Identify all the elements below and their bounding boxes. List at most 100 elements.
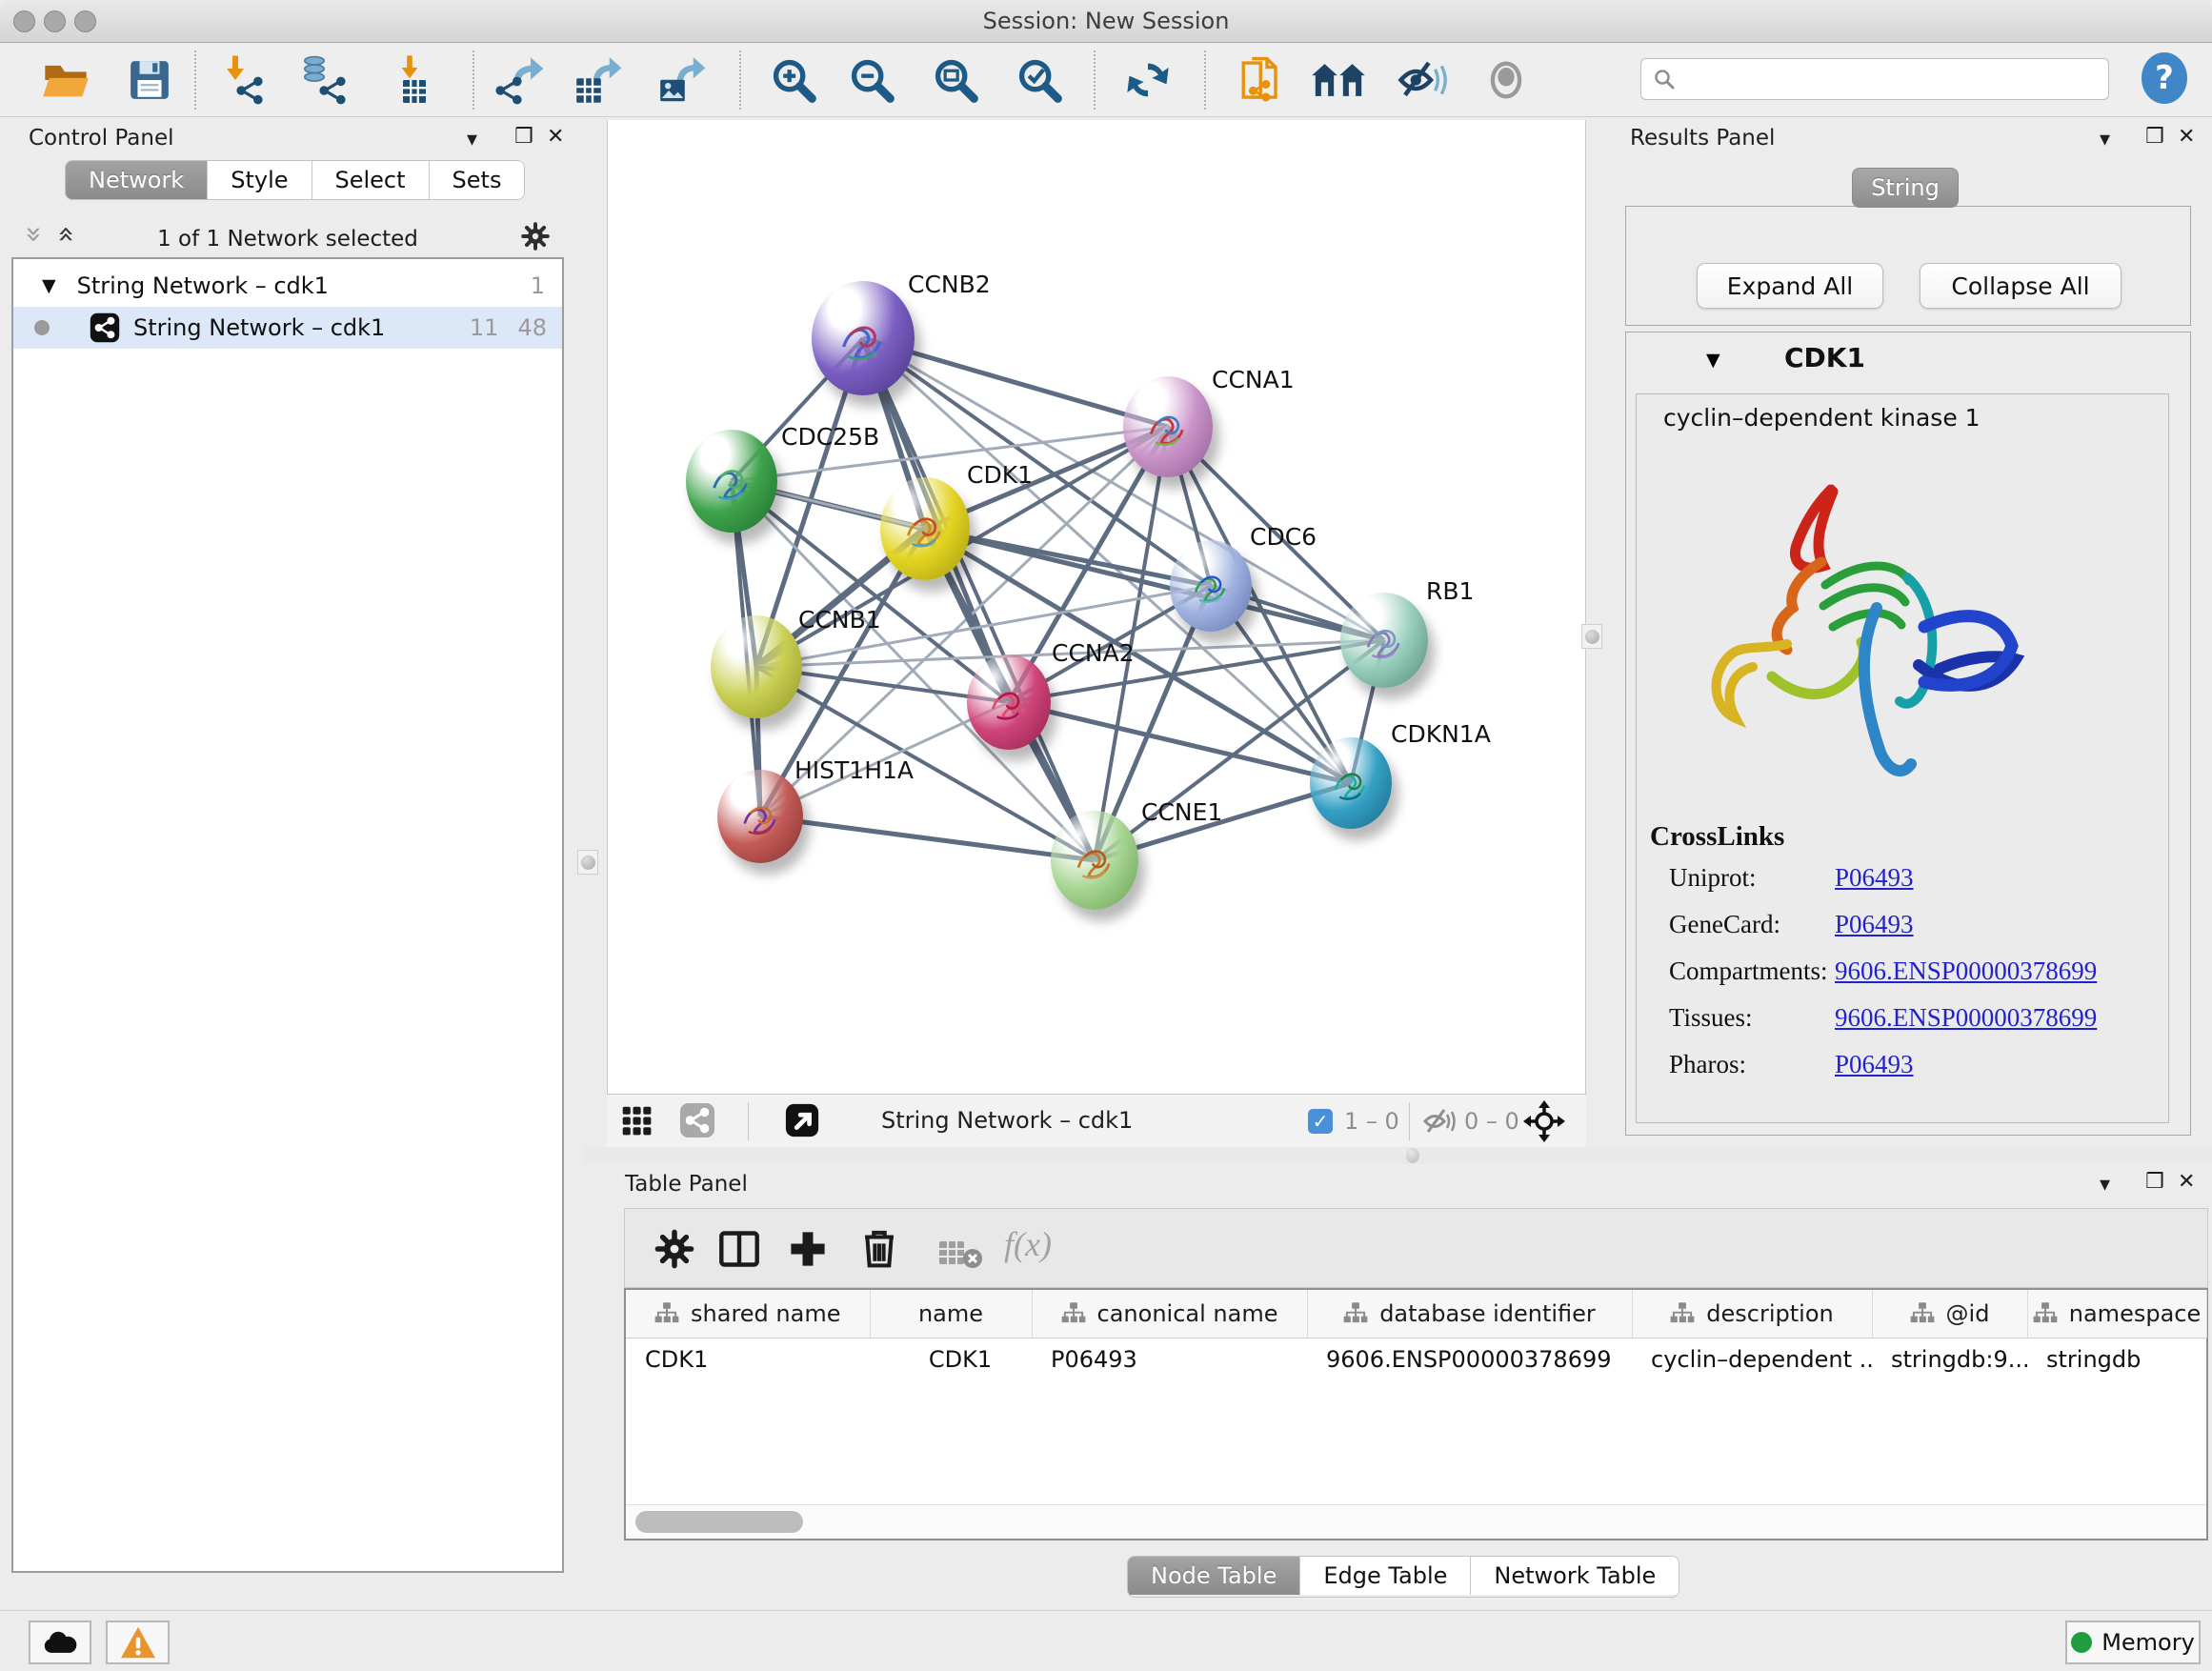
- hide-selected-button[interactable]: [1395, 52, 1450, 108]
- export-image-button[interactable]: [654, 52, 709, 108]
- network-options-gear-icon[interactable]: [520, 221, 551, 255]
- table-horizontal-scrollbar[interactable]: [626, 1504, 2206, 1539]
- import-table-file-button[interactable]: [385, 52, 440, 108]
- node-ccnb2[interactable]: [812, 281, 915, 395]
- table-row[interactable]: CDK1CDK1P064939606.ENSP00000378699cyclin…: [626, 1338, 2206, 1381]
- tab-edge-table[interactable]: Edge Table: [1300, 1557, 1471, 1595]
- column-header-shared-name[interactable]: shared name: [626, 1290, 870, 1338]
- crosslink-value-link[interactable]: 9606.ENSP00000378699: [1835, 956, 2097, 986]
- expand-all-button[interactable]: Expand All: [1697, 263, 1883, 309]
- column-header-namespace[interactable]: namespace: [2027, 1290, 2206, 1338]
- delete-column-trash-icon[interactable]: [857, 1226, 901, 1270]
- node-rb1[interactable]: [1340, 593, 1428, 688]
- control-panel-float-icon[interactable]: ▾: [467, 128, 477, 151]
- tab-network[interactable]: Network: [66, 161, 208, 199]
- control-panel-close-icon[interactable]: ✕: [547, 125, 564, 149]
- results-panel-close-icon[interactable]: ✕: [2178, 125, 2195, 149]
- import-network-file-button[interactable]: [213, 52, 269, 108]
- crosslink-value-link[interactable]: P06493: [1835, 910, 1914, 939]
- export-table-button[interactable]: [570, 52, 625, 108]
- cell-shared-name[interactable]: CDK1: [626, 1338, 870, 1381]
- network-row[interactable]: String Network – cdk1 11 48: [13, 307, 562, 349]
- table-panel-close-icon[interactable]: ✕: [2178, 1170, 2195, 1194]
- birds-eye-view-icon[interactable]: [784, 1102, 820, 1138]
- control-panel-maximize-icon[interactable]: ❒: [514, 125, 533, 149]
- search-input[interactable]: [1676, 67, 2085, 91]
- column-header--id[interactable]: @id: [1872, 1290, 2027, 1338]
- crosslink-value-link[interactable]: 9606.ENSP00000378699: [1835, 1003, 2097, 1033]
- column-header-database-identifier[interactable]: database identifier: [1307, 1290, 1632, 1338]
- tab-select[interactable]: Select: [312, 161, 430, 199]
- node-cdk1[interactable]: [880, 477, 970, 580]
- results-string-tab[interactable]: String: [1852, 168, 1959, 208]
- tab-node-table[interactable]: Node Table: [1128, 1557, 1300, 1595]
- column-header-canonical-name[interactable]: canonical name: [1032, 1290, 1307, 1338]
- warnings-button[interactable]: [106, 1621, 170, 1664]
- refresh-view-button[interactable]: [1120, 52, 1176, 108]
- node-hist1h1a[interactable]: [717, 770, 803, 863]
- tab-sets[interactable]: Sets: [430, 161, 525, 199]
- left-splitter-handle[interactable]: [577, 850, 598, 875]
- import-network-database-button[interactable]: [293, 52, 349, 108]
- cell-name[interactable]: CDK1: [870, 1338, 1032, 1381]
- column-header-name[interactable]: name: [870, 1290, 1032, 1338]
- node-cdkn1a[interactable]: [1310, 737, 1392, 829]
- node-cdc6[interactable]: [1170, 540, 1252, 632]
- memory-button[interactable]: Memory: [2065, 1621, 2201, 1664]
- table-panel-maximize-icon[interactable]: ❒: [2145, 1170, 2164, 1194]
- network-view-title: String Network – cdk1: [881, 1107, 1133, 1134]
- crosslink-value-link[interactable]: P06493: [1835, 1050, 1914, 1079]
- right-splitter-handle[interactable]: [1581, 624, 1602, 649]
- network-collection-row[interactable]: ▼ String Network – cdk1 1: [13, 265, 562, 307]
- crosshair-move-icon[interactable]: [1523, 1100, 1565, 1142]
- scrollbar-thumb[interactable]: [635, 1511, 803, 1533]
- node-ccna1[interactable]: [1123, 376, 1213, 477]
- table-panel-float-icon[interactable]: ▾: [2100, 1173, 2110, 1197]
- table-options-gear-icon[interactable]: [654, 1228, 695, 1270]
- node-cdc25b[interactable]: [686, 430, 777, 533]
- zoom-out-button[interactable]: [844, 52, 899, 108]
- crosslink-value-link[interactable]: P06493: [1835, 863, 1914, 893]
- network-canvas[interactable]: CCNB2CCNA1CDC25BCDK1CDC6RB1CCNB1CCNA2CDK…: [607, 120, 1586, 1094]
- collection-disclosure-icon[interactable]: ▼: [42, 275, 56, 296]
- show-columns-icon[interactable]: [718, 1228, 760, 1270]
- hidden-eye-slash-icon[interactable]: [1422, 1107, 1457, 1136]
- zoom-in-icon: [769, 55, 818, 105]
- toolbar-separator: [1094, 50, 1096, 110]
- node-ccnb1[interactable]: [711, 615, 802, 718]
- cell-canonical-name[interactable]: P06493: [1032, 1338, 1307, 1381]
- save-session-button[interactable]: [122, 52, 177, 108]
- node-ccne1[interactable]: [1051, 811, 1138, 910]
- tab-network-table[interactable]: Network Table: [1471, 1557, 1679, 1595]
- gallery-button[interactable]: [1311, 52, 1366, 108]
- copy-documents-icon: [1233, 53, 1284, 107]
- toolbar-search[interactable]: [1640, 58, 2109, 100]
- cell-namespace[interactable]: stringdb: [2027, 1338, 2206, 1381]
- node-ccna2[interactable]: [967, 654, 1051, 750]
- node-label-ccne1: CCNE1: [1141, 798, 1222, 826]
- help-button[interactable]: ?: [2140, 50, 2189, 110]
- results-panel-maximize-icon[interactable]: ❒: [2145, 125, 2164, 149]
- zoom-fit-button[interactable]: [928, 52, 983, 108]
- grid-view-icon[interactable]: [620, 1104, 654, 1138]
- cloud-button[interactable]: [29, 1621, 91, 1664]
- selected-checkbox-icon[interactable]: ✓: [1308, 1109, 1333, 1134]
- tab-style[interactable]: Style: [208, 161, 312, 199]
- cell-description[interactable]: cyclin–dependent ...: [1632, 1338, 1872, 1381]
- column-header-description[interactable]: description: [1632, 1290, 1872, 1338]
- string-badge-gray-icon[interactable]: [679, 1102, 715, 1138]
- horizontal-splitter[interactable]: [583, 1147, 2212, 1164]
- export-network-button[interactable]: [492, 52, 547, 108]
- splitter-handle-icon[interactable]: [1406, 1148, 1419, 1163]
- collapse-all-button[interactable]: Collapse All: [1920, 263, 2122, 309]
- cell--id[interactable]: stringdb:9...: [1872, 1338, 2027, 1381]
- cell-database-identifier[interactable]: 9606.ENSP00000378699: [1307, 1338, 1632, 1381]
- copy-button[interactable]: [1231, 52, 1286, 108]
- create-column-plus-icon[interactable]: [787, 1228, 829, 1270]
- show-all-button[interactable]: [1478, 52, 1534, 108]
- open-session-button[interactable]: [38, 52, 93, 108]
- entry-disclosure-icon[interactable]: ▼: [1706, 350, 1720, 371]
- zoom-selected-button[interactable]: [1012, 52, 1067, 108]
- zoom-in-button[interactable]: [766, 52, 821, 108]
- results-panel-float-icon[interactable]: ▾: [2100, 128, 2110, 151]
